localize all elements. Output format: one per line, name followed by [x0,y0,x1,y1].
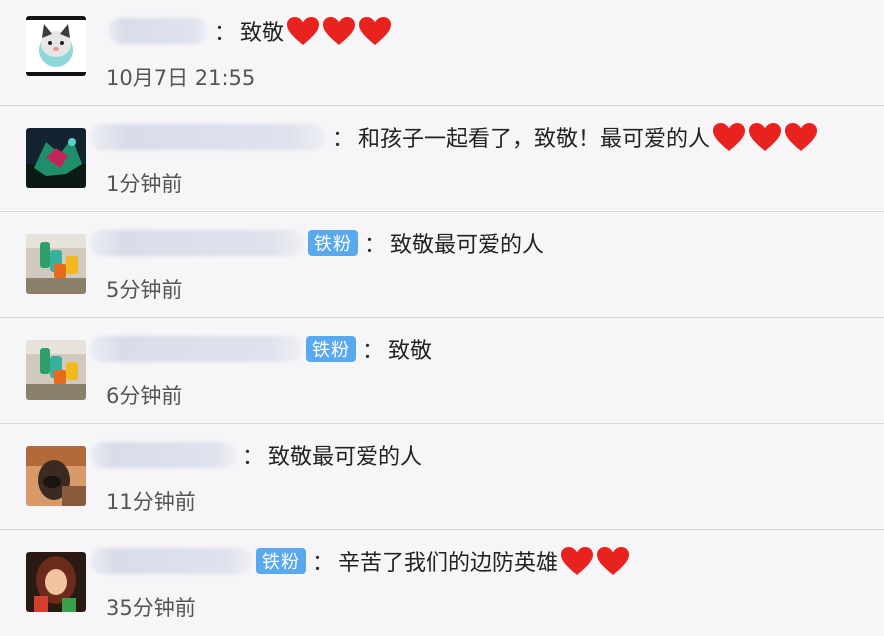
girl-avatar-image [26,552,86,612]
username-blurred[interactable] [90,442,236,468]
username-blurred[interactable] [90,124,326,150]
fan-badge: 铁粉 [306,336,356,362]
heart-icon [713,123,746,151]
comment-list: ： 致敬 10月7日 21:55 ： 和孩子一起看了，致敬！最可爱的人 1分钟前… [0,0,884,630]
comment-time: 10月7日 21:55 [106,66,256,90]
comment-text: 致敬最可爱的人 [390,233,545,258]
game-avatar-image [26,128,86,188]
heart-icon [323,17,356,45]
avatar[interactable] [26,446,86,506]
comment-header: ： 致敬最可爱的人 [90,438,422,472]
comment-time: 11分钟前 [106,490,196,514]
colon: ： [362,339,385,364]
heart-icon [749,123,782,151]
username-blurred[interactable] [108,18,208,44]
toys-avatar-image [26,340,86,400]
comment-header: ： 致敬 [90,14,392,48]
username-blurred[interactable] [90,548,252,574]
toys-avatar-image [26,234,86,294]
comment-item: 铁粉 ： 致敬最可爱的人 5分钟前 [0,212,884,318]
colon: ： [332,127,355,152]
portrait-avatar-image [26,446,86,506]
heart-icon [287,17,320,45]
username-blurred[interactable] [90,230,304,256]
comment-header: ： 和孩子一起看了，致敬！最可爱的人 [90,120,818,154]
avatar[interactable] [26,234,86,294]
comment-header: 铁粉 ： 致敬 [90,332,432,366]
comment-item: 铁粉 ： 致敬 6分钟前 [0,318,884,424]
comment-item: ： 致敬 10月7日 21:55 [0,0,884,106]
heart-icon [785,123,818,151]
username-blurred[interactable] [90,336,302,362]
avatar[interactable] [26,128,86,188]
comment-header: 铁粉 ： 致敬最可爱的人 [90,226,544,260]
avatar[interactable] [26,16,86,76]
comment-text: 致敬 [388,339,433,364]
cat-avatar-image [26,16,86,76]
comment-header: 铁粉 ： 辛苦了我们的边防英雄 [90,544,630,578]
comment-item: 铁粉 ： 辛苦了我们的边防英雄 35分钟前 [0,530,884,636]
comment-text: 致敬最可爱的人 [268,445,423,470]
fan-badge: 铁粉 [308,230,358,256]
comment-text: 致敬 [240,21,285,46]
comment-time: 35分钟前 [106,596,196,620]
comment-text: 辛苦了我们的边防英雄 [338,551,559,576]
heart-icon [597,547,630,575]
comment-time: 5分钟前 [106,278,183,302]
heart-icon [359,17,392,45]
heart-icon [561,547,594,575]
colon: ： [312,551,335,576]
colon: ： [364,233,387,258]
colon: ： [214,21,237,46]
avatar[interactable] [26,340,86,400]
fan-badge: 铁粉 [256,548,306,574]
comment-text: 和孩子一起看了，致敬！最可爱的人 [358,127,711,152]
comment-item: ： 和孩子一起看了，致敬！最可爱的人 1分钟前 [0,106,884,212]
comment-time: 1分钟前 [106,172,183,196]
avatar[interactable] [26,552,86,612]
comment-item: ： 致敬最可爱的人 11分钟前 [0,424,884,530]
colon: ： [242,445,265,470]
comment-time: 6分钟前 [106,384,183,408]
